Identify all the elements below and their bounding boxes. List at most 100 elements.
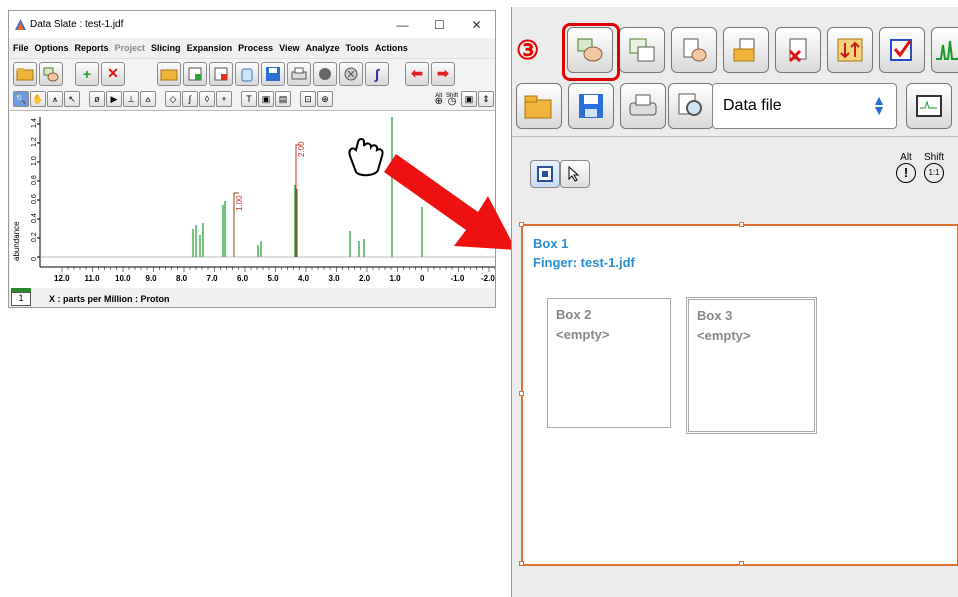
print-button[interactable] [287,61,311,86]
open-file-button[interactable] [157,61,181,86]
menu-file[interactable]: File [13,43,29,53]
maximize-button[interactable]: ☐ [421,18,458,32]
open-folder-button-zoom[interactable] [516,83,562,129]
resize-handle[interactable] [739,222,744,227]
zoom-tool-button[interactable]: 🔍 [13,91,29,107]
frame-button[interactable]: ▤ [275,91,291,107]
save-button[interactable] [261,61,285,86]
sort-button[interactable] [827,27,873,73]
check-button[interactable] [879,27,925,73]
folder-icon [16,67,34,80]
menu-view[interactable]: View [279,43,299,53]
resize-handle[interactable] [519,561,524,566]
x-tick-label: 4.0 [298,274,310,283]
alt-label: Alt [900,152,912,163]
pointer-icon: ↖ [68,93,76,104]
image-button[interactable]: ▣ [258,91,274,107]
integral-icon: ∫ [375,65,379,82]
arrow-cursor-icon: ▶ [110,93,118,104]
pointer-mode-button[interactable] [560,160,590,188]
open-folder-button[interactable] [13,61,37,86]
plugin-icon [319,67,331,80]
shift-clock-icon: ◷ [447,95,457,107]
plugin-button[interactable] [313,61,337,86]
add-spectrum-button[interactable] [183,61,207,86]
box-3[interactable]: Box 3 <empty> [686,297,817,434]
main-toolbar: + ✕ ∫ ⬅ ➡ [9,58,495,88]
stop-button[interactable] [339,61,363,86]
menu-expansion[interactable]: Expansion [187,43,233,53]
select-arrows-icon: ▲ ▼ [872,92,886,118]
print-button-zoom[interactable] [620,83,666,129]
layout-canvas[interactable]: Box 1 Finger: test-1.jdf Box 2 <empty> B… [519,222,958,566]
text-icon: T [246,94,252,104]
app-logo-icon [15,19,26,30]
menu-reports[interactable]: Reports [75,43,109,53]
document-finger-button[interactable] [671,27,717,73]
window-view-button[interactable] [906,83,952,129]
x-tick-label: 8.0 [176,274,188,283]
save-button-zoom[interactable] [568,83,614,129]
printer-icon [629,94,657,116]
peak-tool-button[interactable]: ⩚ [47,91,63,107]
menu-options[interactable]: Options [35,43,69,53]
add-spectrum-icon [188,67,202,80]
menu-analyze[interactable]: Analyze [305,43,339,53]
phase-button[interactable]: ø [89,91,105,107]
y-tick-label: 0.2 [31,232,38,242]
menu-process[interactable]: Process [238,43,273,53]
pan-tool-button[interactable]: ✋ [30,91,46,107]
menu-tools[interactable]: Tools [345,43,368,53]
symmetry-button[interactable]: ⩟ [140,91,156,107]
box-1-content: Finger: test-1.jdf [533,255,635,270]
open-project-button[interactable] [723,27,769,73]
integrate-button[interactable]: ∫ [365,61,389,86]
cursor-button[interactable]: ▶ [106,91,122,107]
close-button[interactable]: ✕ [458,18,495,32]
select-box-button[interactable]: ⊡ [300,91,316,107]
page-number[interactable]: 1 [11,288,31,306]
previous-button[interactable]: ⬅ [405,61,429,86]
resize-handle[interactable] [739,561,744,566]
menu-slicing[interactable]: Slicing [151,43,181,53]
finger-button[interactable] [39,61,63,86]
folder-open-icon [524,95,552,119]
shift-label: Shift [924,152,945,163]
spin-button[interactable]: ⇕ [478,91,494,107]
select-mode-button[interactable] [530,160,560,188]
integral-tool-button[interactable]: ∫ [182,91,198,107]
integral-label-1: 1.00 [235,195,244,211]
menu-actions[interactable]: Actions [375,43,408,53]
print-preview-button[interactable] [668,83,714,129]
spectrum-copy-icon [629,38,655,62]
box-2[interactable]: Box 2 <empty> [547,298,671,428]
shift-ratio-icon: 1:1 [924,163,944,183]
box-1[interactable]: Box 1 Finger: test-1.jdf [533,234,635,272]
resize-handle[interactable] [519,222,524,227]
delete-document-button[interactable] [775,27,821,73]
window-spectrum-icon [916,95,942,117]
delete-button[interactable]: ✕ [101,61,125,86]
integral-small-icon: ∫ [188,94,192,104]
remove-spectrum-button[interactable] [209,61,233,86]
baseline-button[interactable]: ⊥ [123,91,139,107]
next-button[interactable]: ➡ [431,61,455,86]
x-tick-label: 9.0 [146,274,158,283]
trash-button[interactable] [235,61,259,86]
data-file-select[interactable]: Data file ▲ ▼ [712,83,897,129]
eraser-button[interactable]: ◊ [199,91,215,107]
resize-handle[interactable] [519,391,524,396]
diamond-button[interactable]: ◇ [165,91,181,107]
y-tick-label: 0.8 [31,175,38,185]
spectrum-finger-button[interactable] [619,27,665,73]
spin-arrows-icon: ⇕ [482,93,490,104]
crosshair-button[interactable]: + [216,91,232,107]
target-button[interactable]: ⊕ [317,91,333,107]
add-button[interactable]: + [75,61,99,86]
spectrum-view-button[interactable] [931,27,958,73]
layout-button[interactable]: ▣ [461,91,477,107]
minimize-button[interactable]: — [384,18,421,32]
text-button[interactable]: T [241,91,257,107]
highlight-box [562,23,620,81]
pointer-tool-button[interactable]: ↖ [64,91,80,107]
